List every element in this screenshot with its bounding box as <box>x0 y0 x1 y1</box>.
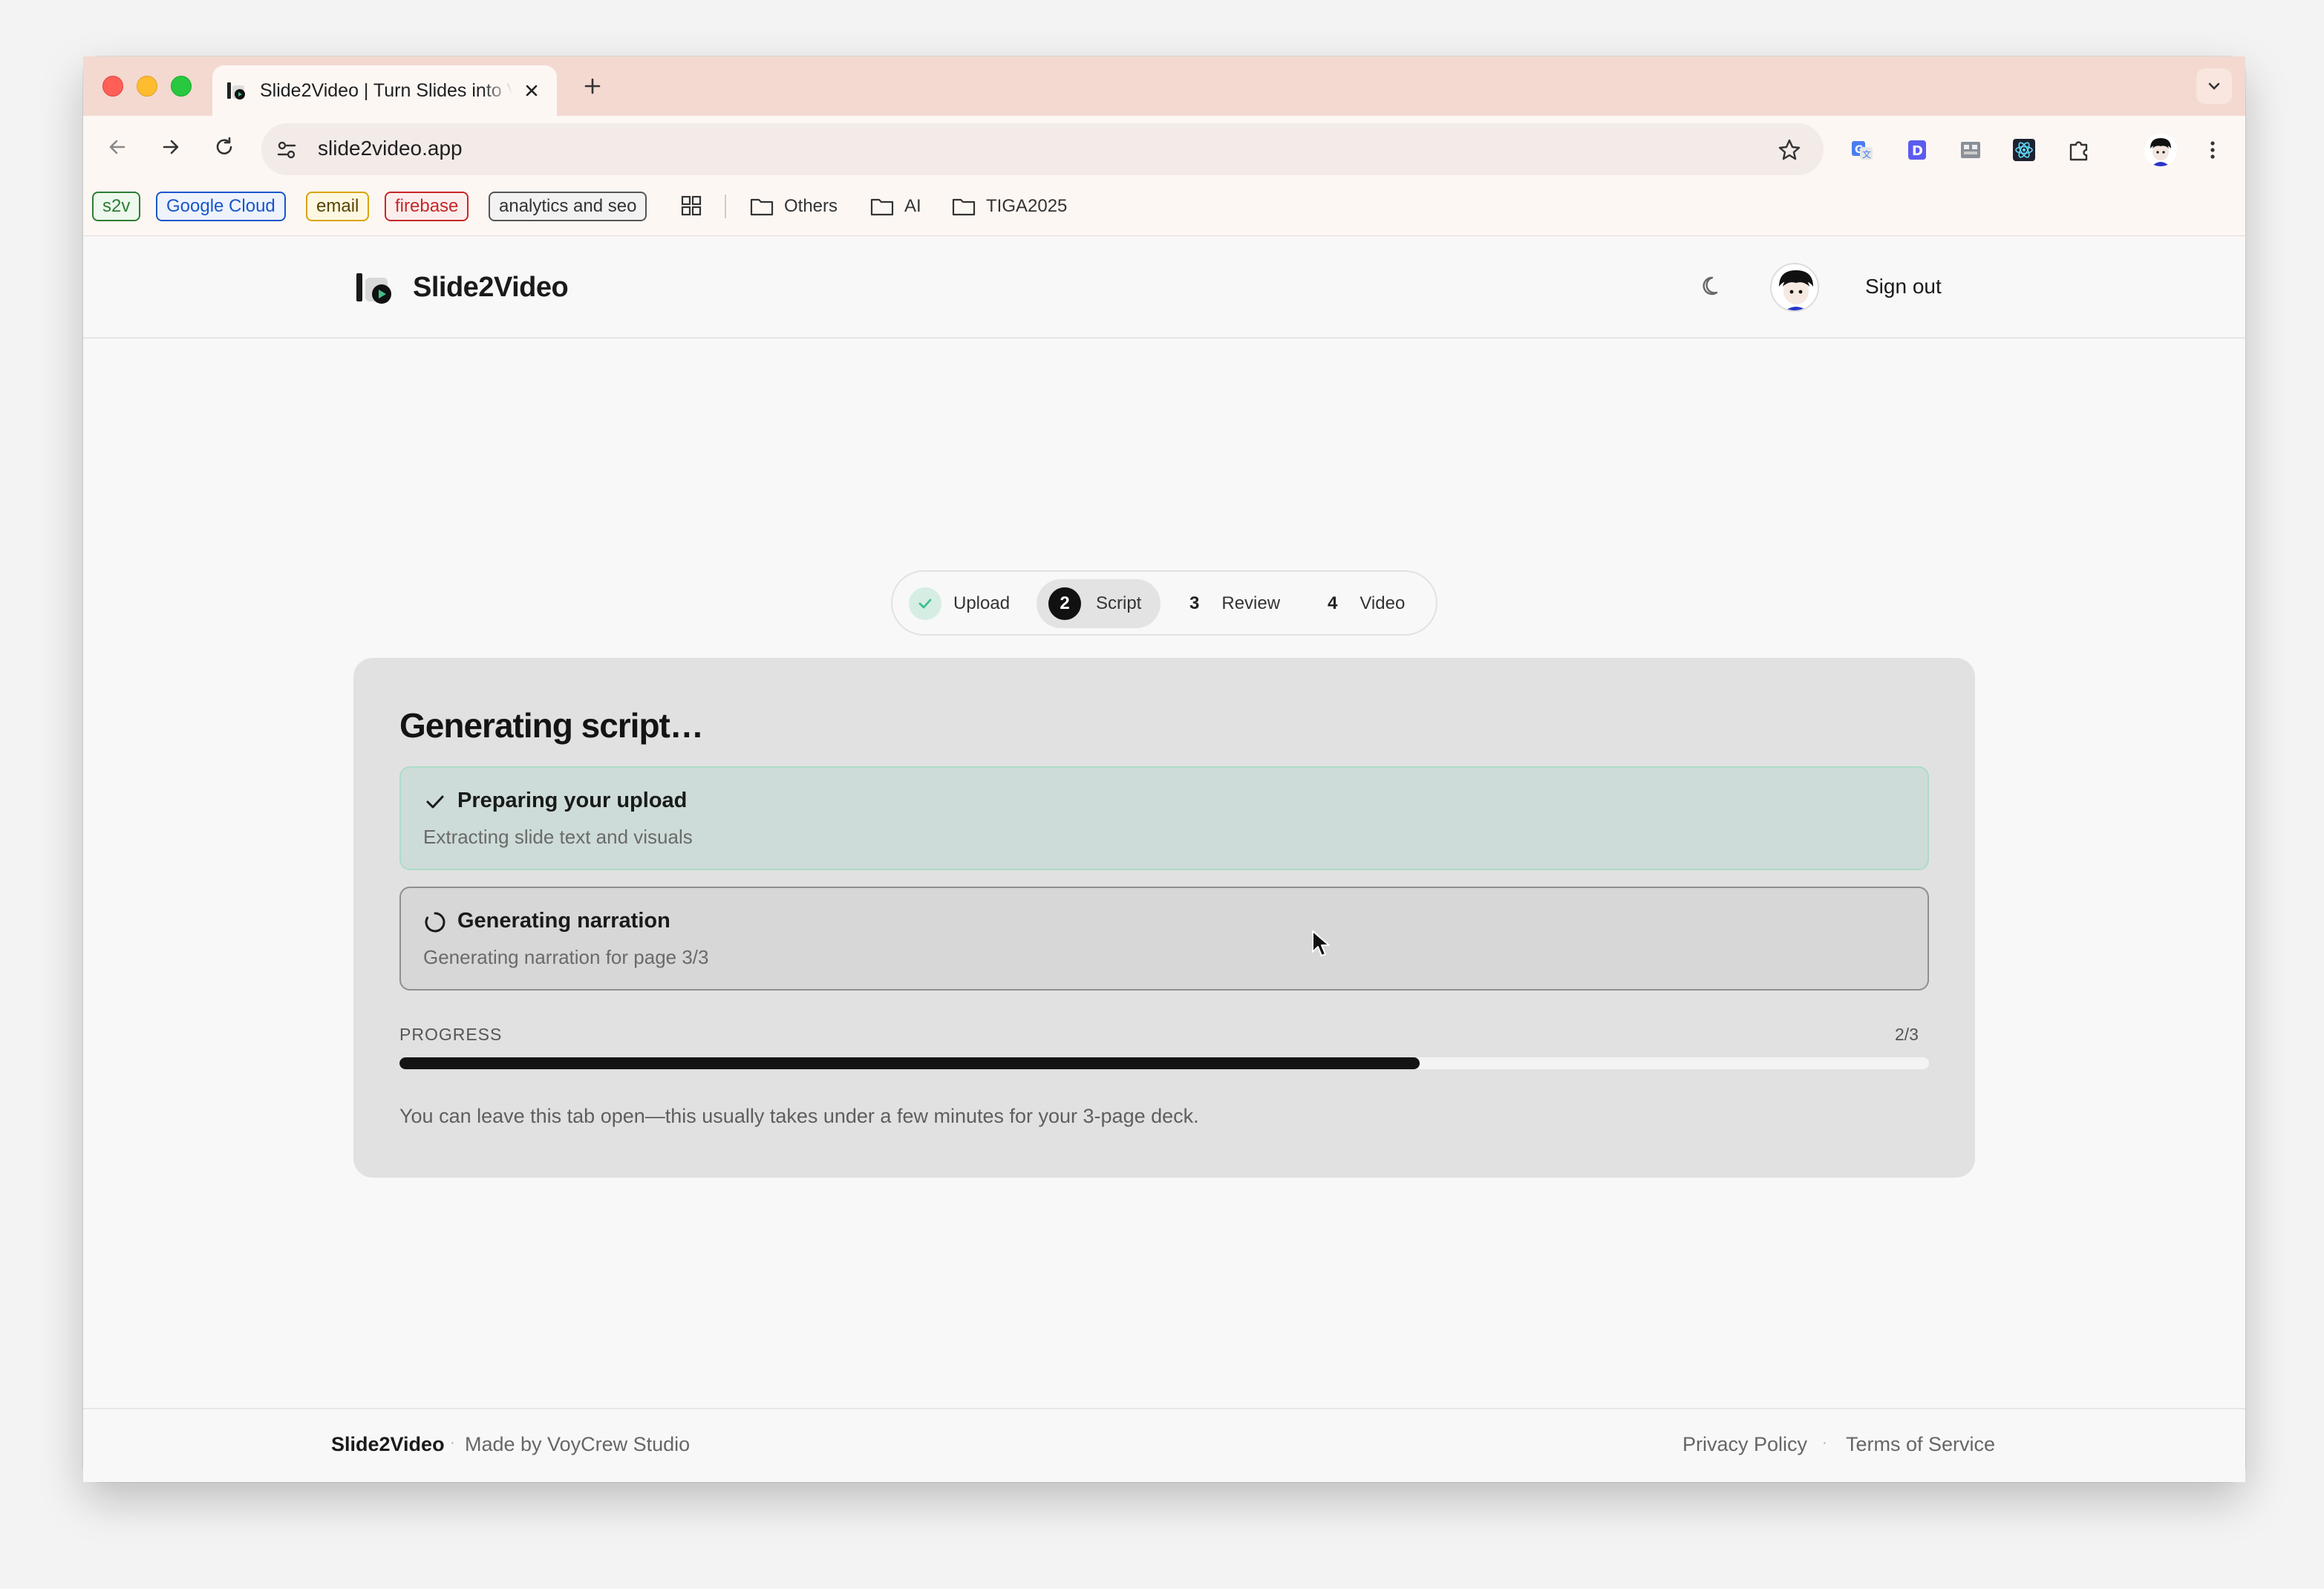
task-generating-narration: Generating narration Generating narratio… <box>399 887 1929 991</box>
step-label: Review <box>1221 593 1281 613</box>
task-subtitle: Generating narration for page 3/3 <box>423 946 709 968</box>
bookmark-analytics-and-seo[interactable]: analytics and seo <box>489 192 647 221</box>
step-label: Video <box>1360 593 1406 613</box>
step-number: 3 <box>1189 593 1200 613</box>
folder-label: TIGA2025 <box>986 196 1068 216</box>
task-title: Generating narration <box>457 909 670 933</box>
site-settings-icon[interactable] <box>272 135 301 165</box>
url-text[interactable]: slide2video.app <box>318 137 463 160</box>
bookmark-email[interactable]: email <box>306 192 370 221</box>
task-title: Preparing your upload <box>457 789 688 812</box>
privacy-policy-link[interactable]: Privacy Policy <box>1682 1433 1807 1456</box>
folder-icon <box>750 198 774 216</box>
mouse-pointer-icon <box>1311 930 1331 958</box>
tab-title: Slide2Video | Turn Slides into Videos <box>260 79 512 101</box>
terms-of-service-link[interactable]: Terms of Service <box>1846 1433 1995 1456</box>
reload-icon[interactable] <box>208 131 241 163</box>
checkmark-icon <box>423 790 447 814</box>
footer-separator-dot: · <box>1822 1435 1827 1451</box>
footer-made-by[interactable]: Made by VoyCrew Studio <box>465 1433 690 1456</box>
bookmarks-divider <box>725 195 726 218</box>
forward-arrow-icon[interactable] <box>154 131 187 163</box>
brand-name: Slide2Video <box>413 271 569 303</box>
step-review: 3 Review <box>1189 579 1280 628</box>
minimize-window-button[interactable] <box>137 76 157 97</box>
wait-hint-text: You can leave this tab open—this usually… <box>399 1105 1199 1127</box>
folder-label: AI <box>904 196 921 216</box>
bookmark-folder-ai[interactable]: AI <box>870 192 921 221</box>
card-title: Generating script… <box>399 706 704 745</box>
address-bar[interactable] <box>261 123 1824 175</box>
apps-grid-icon[interactable] <box>679 193 704 222</box>
svg-text:D: D <box>1912 143 1923 159</box>
bookmark-folder-others[interactable]: Others <box>750 192 838 221</box>
footer-brand: Slide2Video <box>331 1433 445 1455</box>
google-translate-extension-icon[interactable]: G文 <box>1847 135 1877 165</box>
step-script: 2 Script <box>1037 579 1161 628</box>
bookmark-s2v[interactable]: s2v <box>92 192 141 221</box>
step-upload: Upload <box>909 579 1010 628</box>
back-arrow-icon[interactable] <box>101 131 134 163</box>
svg-text:文: 文 <box>1862 149 1871 160</box>
qr-extension-icon[interactable] <box>1956 135 1985 165</box>
tab-search-chevron-down-icon[interactable] <box>2196 68 2232 104</box>
brand-logo-link[interactable]: Slide2Video <box>355 270 569 304</box>
browser-menu-kebab-icon[interactable] <box>2198 135 2227 165</box>
step-number: 4 <box>1328 593 1338 613</box>
folder-label: Others <box>784 196 838 216</box>
progress-bar <box>399 1057 1929 1069</box>
user-avatar[interactable] <box>1770 263 1819 312</box>
task-subtitle: Extracting slide text and visuals <box>423 826 693 848</box>
sign-out-button[interactable]: Sign out <box>1865 275 1942 298</box>
bookmark-star-icon[interactable] <box>1775 135 1804 165</box>
close-tab-icon[interactable] <box>520 79 544 102</box>
progress-count: 2/3 <box>1895 1025 1919 1044</box>
step-complete-check-icon <box>909 587 941 620</box>
slide2video-logo-icon <box>356 273 391 304</box>
dark-mode-moon-icon[interactable] <box>1697 272 1727 301</box>
profile-avatar-icon[interactable] <box>2144 134 2177 166</box>
task-preparing-upload: Preparing your upload Extracting slide t… <box>399 766 1929 870</box>
bookmark-folder-tiga2025[interactable]: TIGA2025 <box>952 192 1067 221</box>
tab-strip: Slide2Video | Turn Slides into Videos <box>83 56 2245 116</box>
extensions-puzzle-icon[interactable] <box>2064 135 2094 165</box>
browser-tab[interactable]: Slide2Video | Turn Slides into Videos <box>212 65 557 116</box>
new-tab-icon[interactable] <box>578 71 607 101</box>
d-extension-icon[interactable]: D <box>1902 135 1932 165</box>
step-label: Script <box>1096 593 1142 613</box>
bookmark-google-cloud[interactable]: Google Cloud <box>156 192 286 221</box>
close-window-button[interactable] <box>102 76 123 97</box>
folder-icon <box>952 198 976 216</box>
react-devtools-icon[interactable] <box>2009 135 2039 165</box>
step-video: 4 Video <box>1328 579 1405 628</box>
slide2video-favicon-icon <box>226 79 248 102</box>
progress-label: PROGRESS <box>399 1025 503 1044</box>
progress-bar-fill <box>399 1057 1420 1069</box>
maximize-window-button[interactable] <box>171 76 192 97</box>
loading-spinner-icon <box>423 910 447 934</box>
footer-separator-dot: · <box>450 1435 455 1451</box>
bookmark-firebase[interactable]: firebase <box>385 192 469 221</box>
step-number-badge: 2 <box>1048 587 1081 620</box>
step-label: Upload <box>953 593 1011 613</box>
folder-icon <box>870 198 894 216</box>
